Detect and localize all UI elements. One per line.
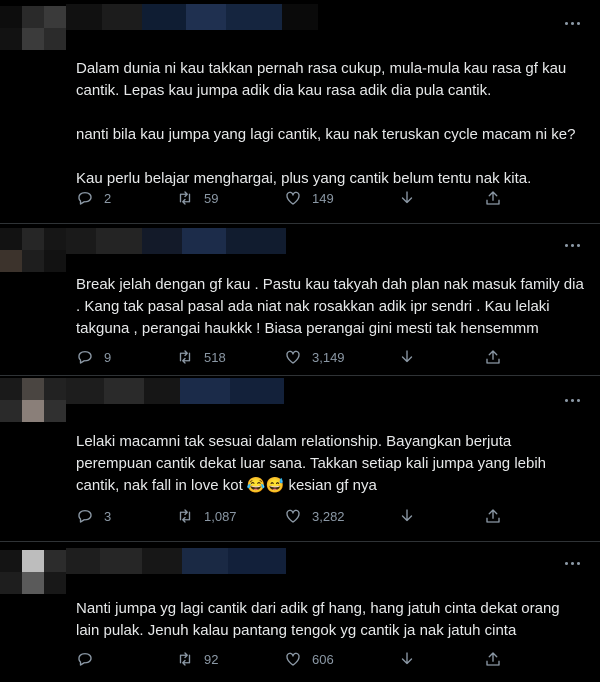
download-icon [401, 350, 413, 363]
download-button[interactable] [398, 189, 416, 207]
reply-icon [78, 653, 92, 666]
download-icon [401, 509, 413, 522]
more-icon[interactable] [562, 238, 582, 252]
like-button[interactable]: 606 [284, 650, 334, 668]
reply-button[interactable]: 9 [76, 348, 111, 366]
tweet-actions: 92 606 [76, 650, 506, 670]
tweet-text: Break jelah dengan gf kau . Pastu kau ta… [76, 276, 584, 337]
like-count: 3,282 [312, 508, 345, 524]
tweet-actions: 2 59 149 [76, 189, 506, 209]
retweet-button[interactable]: 59 [176, 189, 218, 207]
retweet-count: 1,087 [204, 508, 237, 524]
username-redacted [66, 228, 286, 254]
heart-icon [286, 191, 300, 205]
share-icon [486, 652, 500, 666]
reply-count: 3 [104, 508, 112, 524]
tweet-actions: 3 1,087 3,282 [76, 507, 506, 527]
heart-icon [286, 509, 300, 523]
share-icon [486, 191, 500, 205]
tweet-text: Nanti jumpa yg lagi cantik dari adik gf … [76, 600, 560, 639]
username-redacted [66, 4, 318, 30]
share-button[interactable] [484, 650, 502, 668]
tweet-2[interactable]: Break jelah dengan gf kau . Pastu kau ta… [0, 224, 600, 376]
retweet-icon [179, 350, 191, 364]
share-button[interactable] [484, 189, 502, 207]
reply-button[interactable] [76, 650, 104, 668]
heart-icon [286, 350, 300, 364]
more-icon[interactable] [562, 393, 582, 407]
avatar[interactable] [0, 378, 66, 422]
retweet-button[interactable]: 518 [176, 348, 226, 366]
reply-button[interactable]: 2 [76, 189, 111, 207]
retweet-icon [179, 652, 191, 666]
tweet-actions: 9 518 3,149 [76, 348, 506, 368]
tweet-1[interactable]: Dalam dunia ni kau takkan pernah rasa cu… [0, 0, 600, 224]
avatar[interactable] [0, 550, 66, 594]
like-count: 3,149 [312, 349, 345, 365]
retweet-icon [179, 191, 191, 205]
share-icon [486, 350, 500, 364]
like-button[interactable]: 149 [284, 189, 334, 207]
download-button[interactable] [398, 348, 416, 366]
like-count: 149 [312, 190, 334, 206]
avatar[interactable] [0, 228, 66, 272]
more-icon[interactable] [562, 16, 582, 30]
tweet-text: Lelaki macamni tak sesuai dalam relation… [76, 433, 547, 494]
reply-icon [78, 351, 92, 364]
retweet-count: 59 [204, 190, 219, 206]
tweet-3[interactable]: Lelaki macamni tak sesuai dalam relation… [0, 376, 600, 542]
retweet-count: 92 [204, 651, 219, 667]
reply-icon [78, 510, 92, 523]
share-button[interactable] [484, 348, 502, 366]
download-icon [401, 652, 413, 665]
reply-count: 2 [104, 190, 112, 206]
download-icon [401, 191, 413, 204]
like-count: 606 [312, 651, 334, 667]
more-icon[interactable] [562, 556, 582, 570]
download-button[interactable] [398, 507, 416, 525]
retweet-button[interactable]: 1,087 [176, 507, 237, 525]
like-button[interactable]: 3,282 [284, 507, 345, 525]
heart-icon [286, 652, 300, 666]
like-button[interactable]: 3,149 [284, 348, 345, 366]
tweet-4[interactable]: Nanti jumpa yg lagi cantik dari adik gf … [0, 542, 600, 682]
download-button[interactable] [398, 650, 416, 668]
reply-count: 9 [104, 349, 112, 365]
retweet-icon [179, 509, 191, 523]
username-redacted [66, 548, 286, 574]
reply-icon [78, 192, 92, 205]
retweet-button[interactable]: 92 [176, 650, 218, 668]
share-button[interactable] [484, 507, 502, 525]
username-redacted [66, 378, 284, 404]
share-icon [486, 509, 500, 523]
tweet-text: Dalam dunia ni kau takkan pernah rasa cu… [76, 60, 576, 187]
retweet-count: 518 [204, 349, 226, 365]
avatar[interactable] [0, 6, 66, 50]
reply-button[interactable]: 3 [76, 507, 111, 525]
